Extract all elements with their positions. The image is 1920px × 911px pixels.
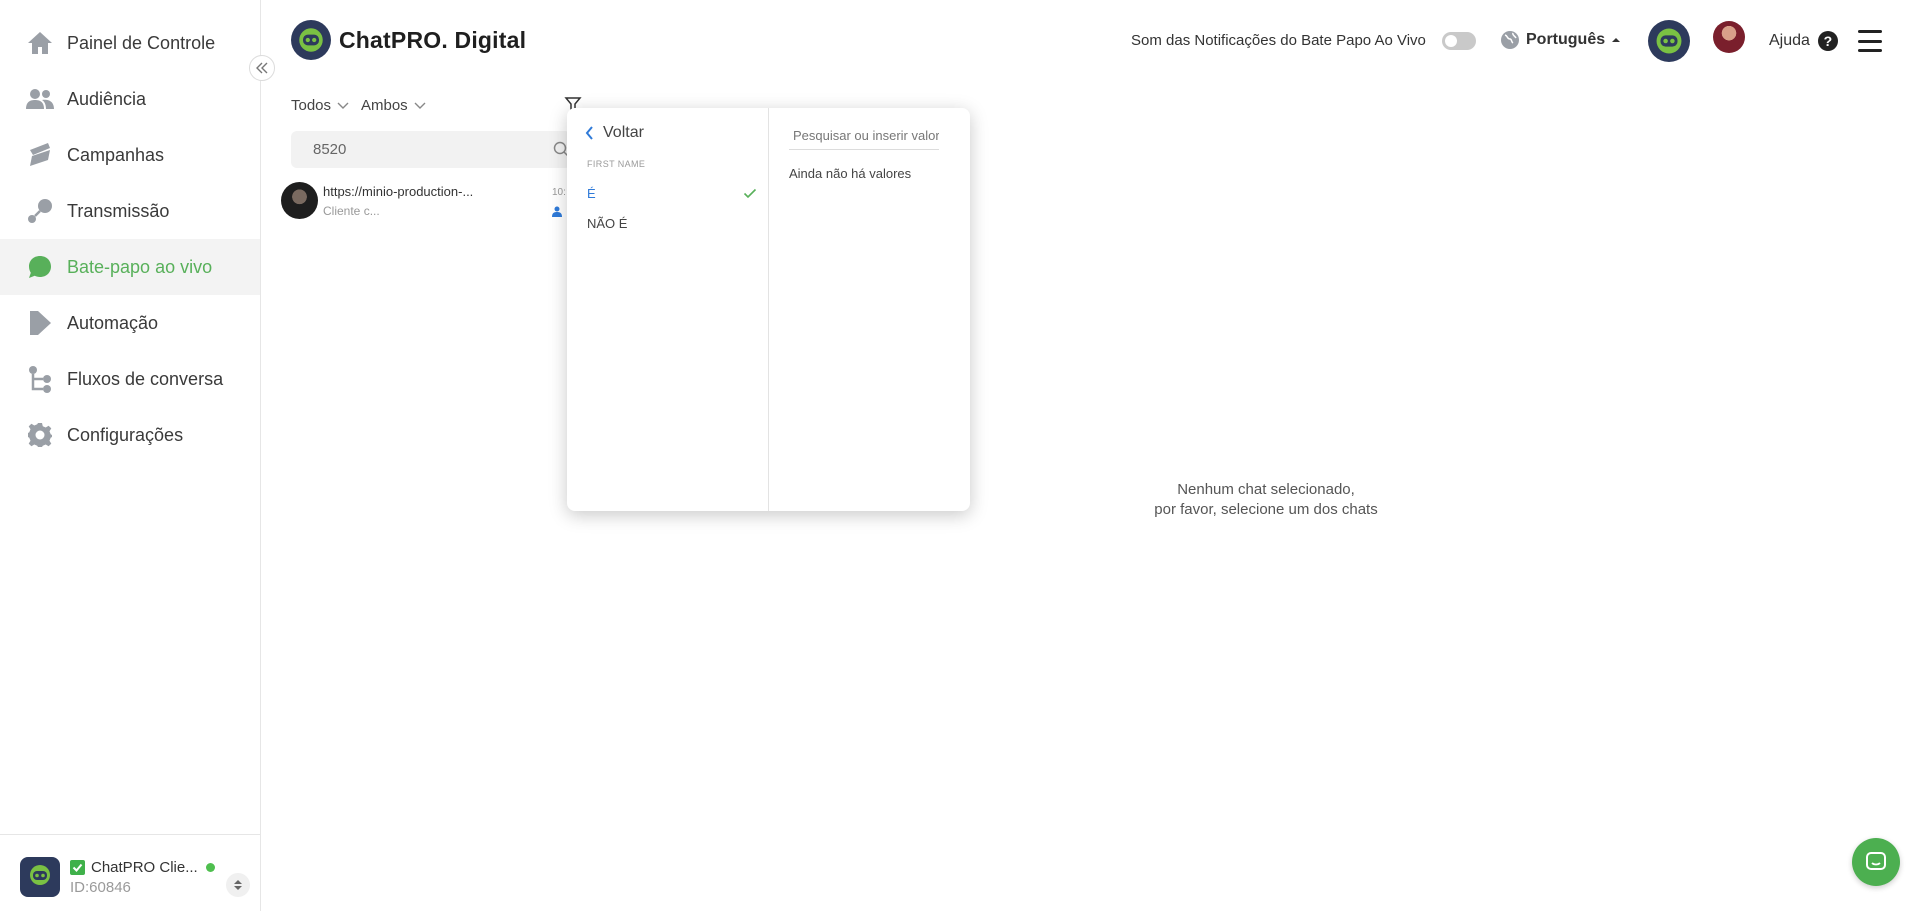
empty-state-line: Nenhum chat selecionado, [1177,481,1355,498]
no-chat-selected-message: Nenhum chat selecionado, por favor, sele… [1060,480,1472,520]
user-avatar[interactable] [1713,21,1745,53]
account-logo [20,857,60,897]
sidebar-item-settings[interactable]: Configurações [0,407,260,463]
sidebar-item-label: Painel de Controle [67,32,216,53]
sort-arrows-icon [234,880,242,890]
chat-search [291,131,571,168]
check-icon [743,188,757,198]
workspace-logo-button[interactable] [1648,20,1690,62]
megaphone-icon [26,141,54,169]
sidebar: Painel de Controle Audiência Campanhas T… [0,0,261,911]
chat-preview: Cliente c... [323,204,380,218]
brand-name: ChatPRO. Digital [339,26,527,53]
notification-sound-label: Som das Notificações do Bate Papo Ao Viv… [1131,32,1426,49]
sidebar-item-label: Audiência [67,88,147,109]
chevron-down-icon [337,102,349,109]
operator-is-not-option[interactable]: NÃO É [587,212,757,234]
sidebar-item-automation[interactable]: Automação [0,295,260,351]
value-search-input[interactable] [789,122,939,150]
value-panel: Ainda não há valores [769,108,970,511]
brand-logo [291,20,331,60]
chat-search-input[interactable] [313,131,533,168]
chat-title: https://minio-production-... [323,184,474,199]
help-button[interactable]: Ajuda ? [1769,31,1838,51]
channel-filter-dropdown[interactable]: Ambos [361,97,426,114]
sidebar-item-audience[interactable]: Audiência [0,71,260,127]
automation-icon [26,309,54,337]
sidebar-item-label: Campanhas [67,144,165,165]
chatpro-logo-icon [1656,28,1682,54]
field-name-label: FIRST NAME [587,159,646,169]
operator-panel: Voltar FIRST NAME É NÃO É [567,108,769,511]
caret-up-icon [1612,38,1621,42]
chat-bubble-icon [26,253,54,281]
sidebar-item-dashboard[interactable]: Painel de Controle [0,15,260,71]
sidebar-item-label: Transmissão [67,200,170,221]
hamburger-menu-button[interactable] [1858,30,1882,52]
back-label: Voltar [603,124,644,141]
online-status-icon [205,863,215,872]
sidebar-item-flows[interactable]: Fluxos de conversa [0,351,260,407]
operator-label: É [587,185,596,201]
empty-state-line: por favor, selecione um dos chats [1154,501,1378,518]
contact-avatar [281,182,318,219]
language-label: Português [1526,31,1606,48]
sidebar-item-live-chat[interactable]: Bate-papo ao vivo [0,239,260,295]
sidebar-item-broadcast[interactable]: Transmissão [0,183,260,239]
people-icon [26,85,54,113]
channel-filter-label: Ambos [361,97,408,114]
sidebar-item-label: Fluxos de conversa [67,368,224,389]
filter-condition-popup: Voltar FIRST NAME É NÃO É Ainda não há v… [567,108,970,511]
sidebar-item-label: Automação [67,312,159,333]
menu-line [1858,49,1882,52]
help-label: Ajuda [1769,32,1810,49]
home-icon [26,29,54,57]
globe-icon [1501,31,1519,49]
support-chat-launcher[interactable] [1852,838,1900,886]
operator-is-option[interactable]: É [587,182,757,204]
sidebar-item-label: Bate-papo ao vivo [67,256,213,277]
menu-line [1858,39,1882,43]
person-icon [552,206,562,217]
sidebar-item-label: Configurações [67,424,184,445]
double-chevron-left-icon [256,62,268,74]
notification-sound-toggle[interactable] [1442,32,1476,50]
chat-time: 10: [552,187,566,198]
account-switch-button[interactable] [226,873,250,897]
collapse-sidebar-button[interactable] [249,55,275,81]
account-name-text: ChatPRO Clie... [91,859,198,876]
account-id: ID:60846 [70,879,131,896]
menu-line [1858,30,1882,33]
status-filter-dropdown[interactable]: Todos [291,97,349,114]
sidebar-item-campaigns[interactable]: Campanhas [0,127,260,183]
chat-list-item[interactable]: https://minio-production-... Cliente c..… [281,180,571,224]
brand: ChatPRO. Digital [291,20,526,60]
chevron-left-icon [585,126,593,140]
language-selector[interactable]: Português [1500,30,1621,50]
message-icon [1866,852,1886,870]
gear-icon [26,421,54,449]
status-filter-label: Todos [291,97,332,114]
account-switcher: ChatPRO Clie... ID:60846 [0,834,260,911]
back-button[interactable]: Voltar [585,124,644,142]
chevron-down-icon [414,102,426,109]
broadcast-icon [26,197,54,225]
operator-label: NÃO É [587,215,628,231]
empty-values-message: Ainda não há valores [789,166,912,181]
flow-icon [26,365,54,393]
question-icon: ? [1817,31,1838,51]
account-name: ChatPRO Clie... [70,859,215,876]
checkbox-icon [70,860,85,875]
